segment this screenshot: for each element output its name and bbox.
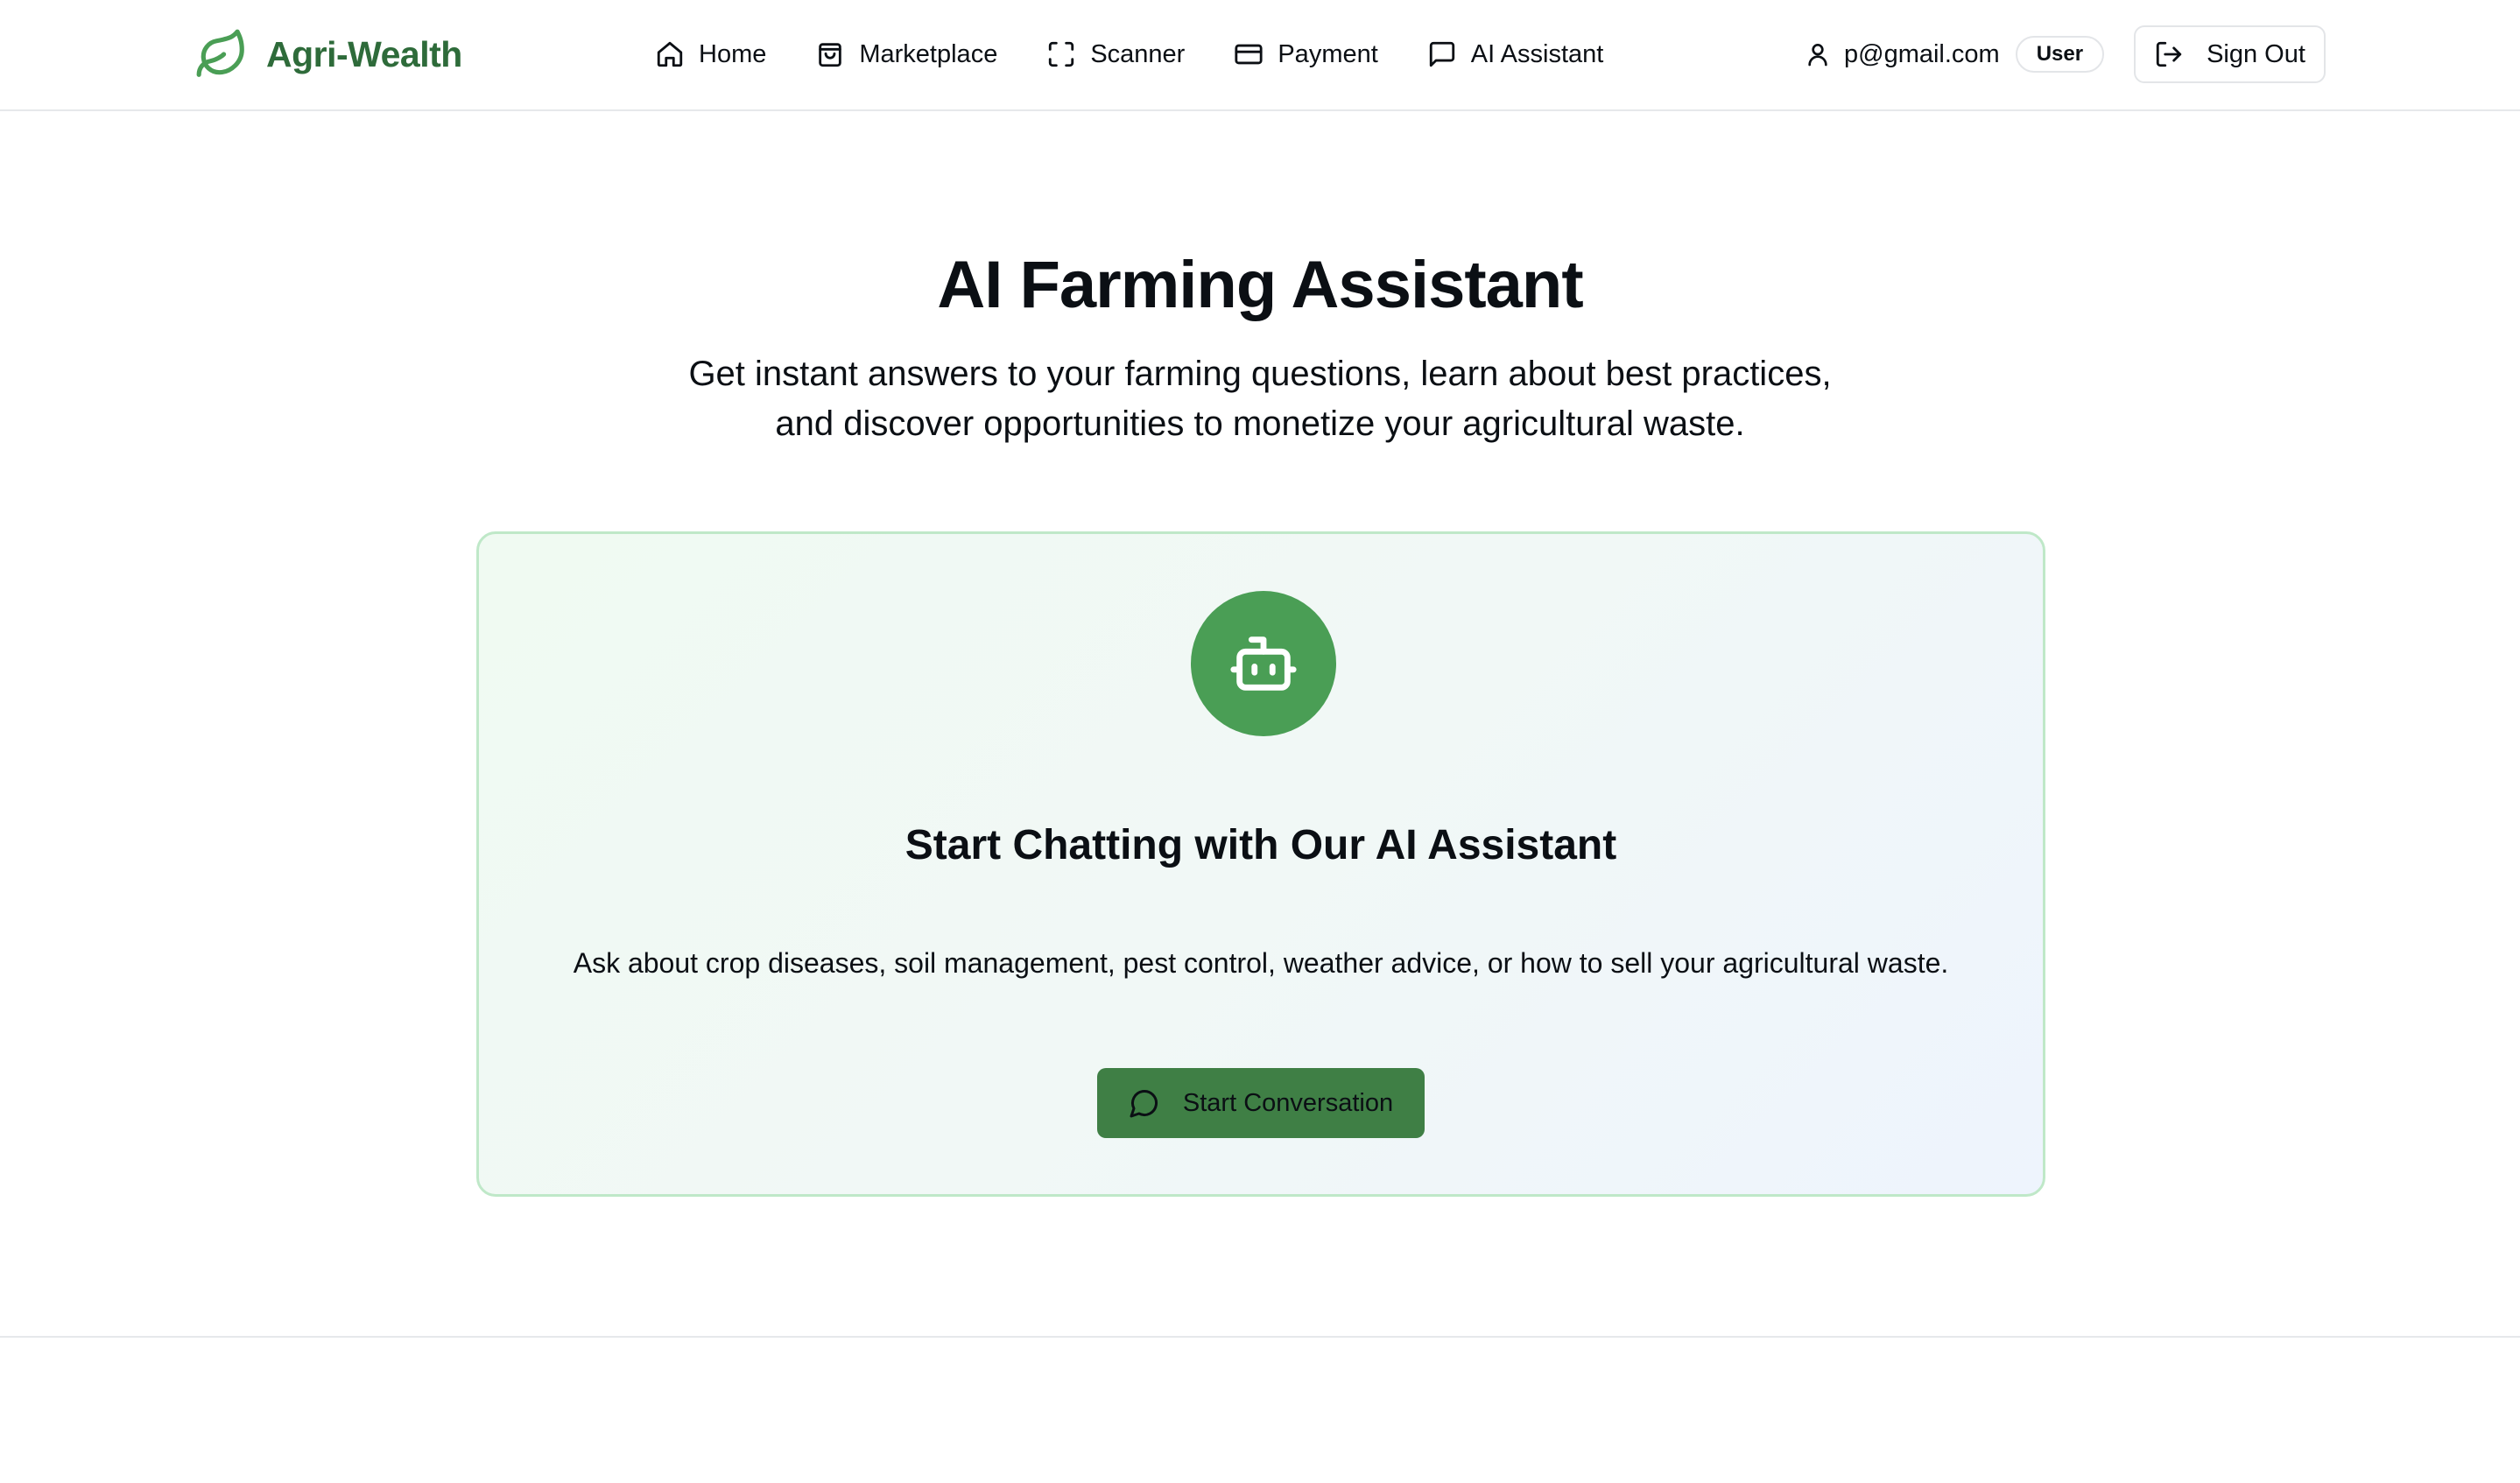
card-description: Ask about crop diseases, soil management…: [573, 947, 1949, 979]
nav-item-home[interactable]: Home: [655, 39, 766, 69]
leaf-icon: [196, 29, 244, 77]
bot-avatar: [1191, 591, 1336, 736]
page-title: AI Farming Assistant: [937, 248, 1583, 322]
nav-item-scanner[interactable]: Scanner: [1046, 39, 1185, 69]
nav-item-label: Scanner: [1090, 39, 1186, 68]
user-email: p@gmail.com: [1844, 39, 2000, 68]
role-badge: User: [2015, 36, 2105, 73]
nav-item-label: Home: [699, 39, 767, 68]
chat-intro-card: Start Chatting with Our AI Assistant Ask…: [476, 531, 2045, 1197]
brand-name: Agri-Wealth: [266, 33, 462, 74]
nav-item-label: Marketplace: [859, 39, 998, 68]
top-navbar: Agri-Wealth Home Marketplace Scanner Pay…: [0, 0, 2520, 111]
footer-divider: [0, 1336, 2520, 1338]
chat-square-icon: [1429, 41, 1454, 67]
nav-item-marketplace[interactable]: Marketplace: [815, 39, 997, 69]
brand-logo-link[interactable]: Agri-Wealth: [194, 25, 462, 84]
card-title: Start Chatting with Our AI Assistant: [905, 822, 1617, 868]
credit-card-icon: [1235, 44, 1263, 65]
shopping-bag-icon: [819, 43, 842, 67]
start-conversation-button[interactable]: Start Conversation: [1097, 1068, 1425, 1138]
message-circle-icon: [1130, 1089, 1158, 1118]
main-nav: Home Marketplace Scanner Payment AI Assi…: [655, 26, 1603, 82]
nav-item-label: AI Assistant: [1470, 39, 1604, 68]
home-icon: [657, 41, 683, 67]
log-out-icon: [2156, 41, 2182, 67]
sign-out-label: Sign Out: [2207, 39, 2305, 68]
page-subtitle-line2: and discover opportunities to monetize y…: [775, 404, 1745, 443]
user-info: p@gmail.com User: [1804, 26, 2105, 82]
page-subtitle: Get instant answers to your farming ques…: [603, 349, 1917, 449]
scan-icon: [1049, 41, 1074, 67]
sign-out-button[interactable]: Sign Out: [2134, 25, 2326, 83]
nav-item-payment[interactable]: Payment: [1234, 39, 1378, 69]
page-subtitle-line1: Get instant answers to your farming ques…: [688, 355, 1832, 393]
nav-item-ai-assistant[interactable]: AI Assistant: [1427, 39, 1604, 69]
nav-item-label: Payment: [1278, 39, 1378, 68]
start-conversation-label: Start Conversation: [1182, 1088, 1394, 1117]
bot-icon: [1230, 636, 1297, 691]
user-icon: [1808, 44, 1827, 67]
